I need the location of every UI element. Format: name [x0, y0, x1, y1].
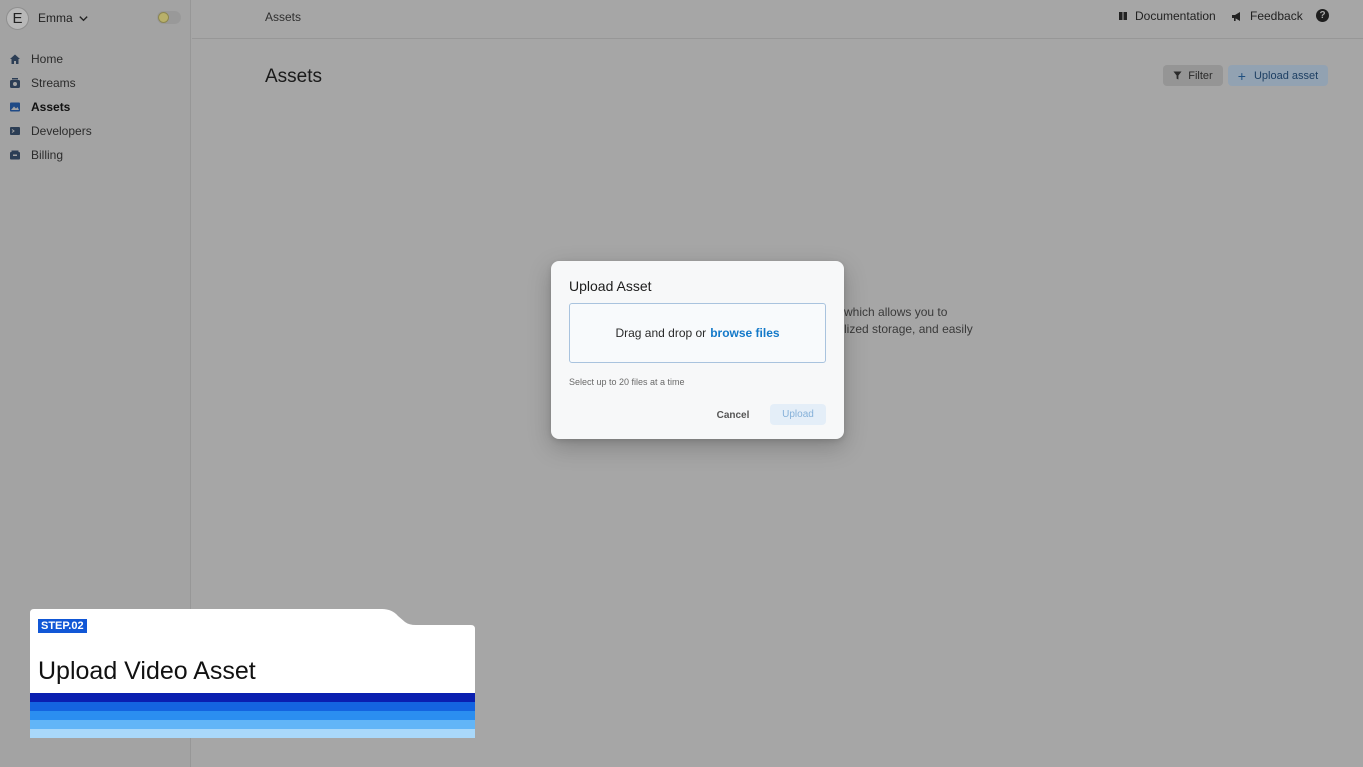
help-icon[interactable]: ?	[1316, 9, 1329, 22]
feedback-label: Feedback	[1250, 9, 1303, 23]
step-caption-card: STEP.02 Upload Video Asset	[30, 609, 475, 738]
avatar: E	[6, 6, 29, 30]
documentation-label: Documentation	[1135, 9, 1216, 23]
topbar: Assets Documentation Feedback ?	[192, 0, 1363, 39]
step-title: Upload Video Asset	[38, 657, 256, 685]
upload-asset-label: Upload asset	[1253, 69, 1319, 82]
user-name: Emma	[38, 11, 73, 25]
dropzone-text: Drag and drop or	[615, 326, 707, 340]
feedback-link[interactable]: Feedback	[1231, 9, 1303, 23]
sidebar-nav: Home Streams Assets Developers Billing	[0, 47, 191, 167]
user-menu[interactable]: E Emma	[6, 6, 89, 30]
cancel-button[interactable]: Cancel	[707, 405, 759, 425]
stripe	[30, 729, 475, 738]
upload-asset-button[interactable]: + Upload asset	[1228, 65, 1328, 86]
stripe	[30, 702, 475, 711]
chevron-down-icon	[79, 15, 88, 21]
sun-icon	[158, 12, 169, 23]
page-title: Assets	[265, 66, 323, 87]
step-badge: STEP.02	[38, 619, 87, 633]
billing-icon	[9, 149, 21, 161]
dialog-title: Upload Asset	[569, 278, 652, 294]
sidebar-item-home[interactable]: Home	[0, 47, 191, 71]
sidebar-item-developers[interactable]: Developers	[0, 119, 191, 143]
stripe	[30, 720, 475, 729]
documentation-link[interactable]: Documentation	[1118, 9, 1216, 23]
megaphone-icon	[1232, 11, 1240, 21]
sidebar-item-label: Home	[31, 52, 64, 66]
empty-state-text-line2: lized storage, and easily	[844, 322, 973, 336]
sidebar-item-billing[interactable]: Billing	[0, 143, 191, 167]
file-dropzone[interactable]: Drag and drop or browse files	[569, 303, 826, 363]
sidebar-item-label: Assets	[31, 100, 71, 114]
plus-icon: +	[1237, 67, 1246, 84]
home-icon	[9, 53, 21, 65]
filter-icon	[1173, 71, 1182, 80]
filter-label: Filter	[1188, 69, 1213, 82]
streams-icon	[9, 77, 21, 89]
sidebar-item-streams[interactable]: Streams	[0, 71, 191, 95]
assets-icon	[9, 101, 21, 113]
sidebar-item-assets[interactable]: Assets	[0, 95, 191, 119]
upload-asset-dialog: Upload Asset Drag and drop or browse fil…	[551, 261, 844, 439]
sidebar-item-label: Streams	[31, 76, 76, 90]
sidebar-item-label: Developers	[31, 124, 92, 138]
stripe	[30, 693, 475, 702]
breadcrumb[interactable]: Assets	[265, 10, 301, 24]
filter-button[interactable]: Filter	[1163, 65, 1223, 86]
terminal-icon	[9, 125, 21, 137]
upload-button[interactable]: Upload	[770, 404, 826, 425]
empty-state-text-line1: which allows you to	[844, 305, 948, 319]
browse-files-link[interactable]: browse files	[710, 326, 779, 340]
theme-toggle[interactable]	[157, 11, 181, 24]
stripe	[30, 711, 475, 720]
stripe-band	[30, 693, 475, 738]
sidebar-item-label: Billing	[31, 148, 64, 162]
file-limit-hint: Select up to 20 files at a time	[569, 377, 685, 387]
book-icon	[1119, 12, 1127, 20]
